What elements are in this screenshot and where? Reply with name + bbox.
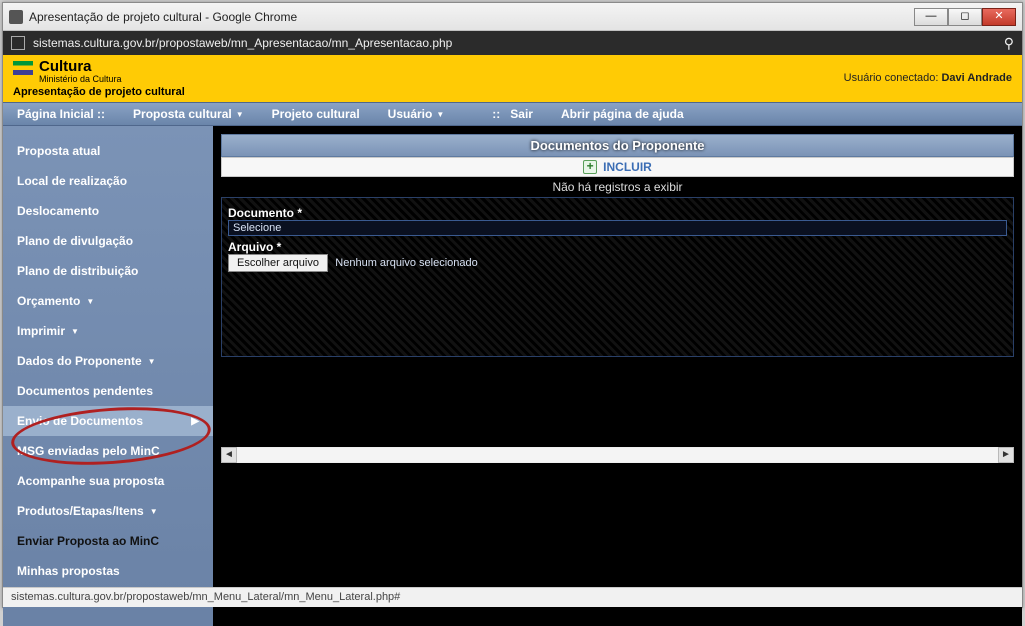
scroll-track[interactable] [237,448,998,462]
menu-home[interactable]: Página Inicial :: [17,107,105,121]
brand-bar: Cultura Ministério da Cultura Usuário co… [3,55,1022,86]
window-titlebar: Apresentação de projeto cultural - Googl… [3,3,1022,31]
minimize-button[interactable]: — [914,8,948,26]
no-records-text: Não há registros a exibir [221,177,1014,197]
file-none-text: Nenhum arquivo selecionado [335,257,477,269]
page-favicon [9,10,23,24]
sidebar-item-deslocamento[interactable]: Deslocamento [3,196,213,226]
user-label: Usuário conectado: [844,72,942,84]
form-area: Documento * Selecione Arquivo * Escolher… [221,197,1014,357]
arquivo-label: Arquivo * [228,240,281,254]
sidebar-label: Produtos/Etapas/Itens [17,504,144,518]
sidebar-item-enviar-proposta[interactable]: Enviar Proposta ao MinC [3,526,213,556]
sidebar-item-envio-documentos[interactable]: Envio de Documentos ▶ [3,406,213,436]
scroll-right-arrow[interactable]: ► [998,447,1014,463]
brasil-flag-icon [13,61,33,75]
caret-down-icon: ▼ [150,507,158,516]
sidebar-item-imprimir[interactable]: Imprimir ▼ [3,316,213,346]
sidebar-item-acompanhe[interactable]: Acompanhe sua proposta [3,466,213,496]
app-body: Proposta atual Local de realização Deslo… [3,126,1022,626]
menu-projeto[interactable]: Projeto cultural [272,107,360,121]
close-button[interactable]: ✕ [982,8,1016,26]
window-buttons: — ◻ ✕ [914,8,1016,26]
documento-select[interactable]: Selecione [228,220,1007,236]
sidebar-item-dados-proponente[interactable]: Dados do Proponente ▼ [3,346,213,376]
sidebar: Proposta atual Local de realização Deslo… [3,126,213,626]
sidebar-item-documentos-pendentes[interactable]: Documentos pendentes [3,376,213,406]
caret-down-icon: ▼ [148,357,156,366]
page-subtitle: Apresentação de projeto cultural [3,86,1022,102]
maximize-button[interactable]: ◻ [948,8,982,26]
caret-down-icon: ▼ [436,110,444,119]
row-documento: Documento * Selecione [228,206,1007,236]
sidebar-item-msg[interactable]: MSG enviadas pelo MinC [3,436,213,466]
user-name: Davi Andrade [941,72,1012,84]
top-menu: Página Inicial :: Proposta cultural ▼ Pro… [3,102,1022,126]
horizontal-scrollbar[interactable]: ◄ ► [221,447,1014,463]
page-icon [11,36,25,50]
sidebar-item-produtos[interactable]: Produtos/Etapas/Itens ▼ [3,496,213,526]
caret-down-icon: ▼ [71,327,79,336]
menu-usuario[interactable]: Usuário▼ [388,107,445,121]
brand-sub: Ministério da Cultura [39,74,122,84]
caret-down-icon: ▼ [236,110,244,119]
sidebar-label: Dados do Proponente [17,354,142,368]
brand-text: Cultura Ministério da Cultura [39,59,122,84]
brand-name: Cultura [39,59,122,74]
panel-title: Documentos do Proponente [221,134,1014,157]
sidebar-item-orcamento[interactable]: Orçamento ▼ [3,286,213,316]
chevron-right-icon: ▶ [191,416,199,427]
sidebar-label: Imprimir [17,324,65,338]
sidebar-item-distribuicao[interactable]: Plano de distribuição [3,256,213,286]
bookmark-icon[interactable]: ⚲ [1004,35,1014,52]
caret-down-icon: ▼ [86,297,94,306]
url-text: sistemas.cultura.gov.br/propostaweb/mn_A… [33,36,452,50]
menu-sair[interactable]: Sair [492,107,533,121]
plus-icon: + [583,160,597,174]
menu-proposta-label: Proposta cultural [133,107,232,121]
status-bar: sistemas.cultura.gov.br/propostaweb/mn_M… [3,587,1022,607]
documento-label: Documento * [228,206,302,220]
sidebar-item-proposta-atual[interactable]: Proposta atual [3,136,213,166]
choose-file-button[interactable]: Escolher arquivo [228,254,328,272]
scroll-left-arrow[interactable]: ◄ [221,447,237,463]
include-button[interactable]: + INCLUIR [221,157,1014,177]
sidebar-label: Envio de Documentos [17,414,143,428]
sidebar-item-local[interactable]: Local de realização [3,166,213,196]
url-bar[interactable]: sistemas.cultura.gov.br/propostaweb/mn_A… [3,31,1022,55]
browser-window: Apresentação de projeto cultural - Googl… [2,2,1023,608]
sidebar-item-minhas-propostas[interactable]: Minhas propostas [3,556,213,586]
menu-usuario-label: Usuário [388,107,433,121]
sidebar-item-divulgacao[interactable]: Plano de divulgação [3,226,213,256]
include-label: INCLUIR [603,160,652,174]
content-area: Documentos do Proponente + INCLUIR Não h… [213,126,1022,626]
user-connected: Usuário conectado: Davi Andrade [844,72,1012,84]
row-arquivo: Arquivo * Escolher arquivo Nenhum arquiv… [228,240,1007,272]
window-title: Apresentação de projeto cultural - Googl… [29,10,914,24]
sidebar-label: Orçamento [17,294,80,308]
menu-ajuda[interactable]: Abrir página de ajuda [561,107,684,121]
menu-proposta[interactable]: Proposta cultural ▼ [133,107,244,121]
